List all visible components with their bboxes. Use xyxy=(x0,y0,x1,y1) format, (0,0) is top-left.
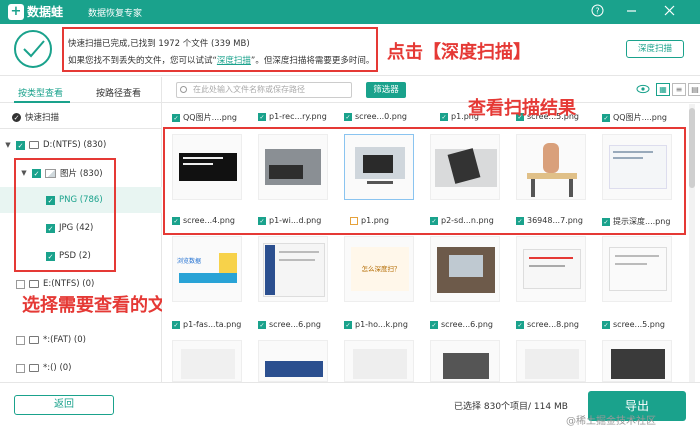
file-thumbnail: 怎么深度扫？ xyxy=(344,236,414,302)
file-thumbnail xyxy=(430,236,500,302)
check-circle-icon xyxy=(14,30,52,68)
frog-logo-icon: + xyxy=(8,3,24,20)
checkbox[interactable]: ✓ xyxy=(602,113,610,122)
file-thumbnail xyxy=(602,236,672,302)
check-icon: ✓ xyxy=(12,112,21,122)
minimize-icon[interactable] xyxy=(624,4,638,18)
file-item[interactable]: ✓ scree...8.png xyxy=(508,236,594,336)
file-item[interactable]: ✓ scree...6.png xyxy=(422,236,508,336)
annotation-view-results: 查看扫描结果 xyxy=(468,98,576,119)
drive-icon xyxy=(29,364,39,372)
checkbox[interactable]: ✓ xyxy=(16,140,25,150)
grid-view-icon[interactable]: ▦ xyxy=(656,83,670,96)
checkbox[interactable]: ✓ xyxy=(258,320,266,329)
search-input[interactable]: 在此处输入文件名称或保存路径 xyxy=(176,82,352,98)
tab-by-type[interactable]: 按类型查看 xyxy=(18,86,63,99)
file-item[interactable] xyxy=(250,340,336,382)
checkbox[interactable] xyxy=(16,279,25,289)
close-icon[interactable] xyxy=(662,4,676,18)
annotation-box-types xyxy=(14,158,116,272)
question-icon[interactable]: ? xyxy=(590,4,604,18)
back-button[interactable]: 返回 xyxy=(14,395,114,415)
selection-status: 已选择 830个项目/ 114 MB xyxy=(454,402,568,412)
file-item[interactable] xyxy=(594,340,680,382)
file-item[interactable] xyxy=(508,340,594,382)
checkbox[interactable]: ✓ xyxy=(440,112,448,121)
annotation-box-results xyxy=(163,127,686,235)
app-name: 数据蛙 xyxy=(27,5,64,19)
file-item[interactable]: ✓ scree...6.png xyxy=(250,236,336,336)
scrollbar-thumb[interactable] xyxy=(689,108,695,188)
checkbox[interactable] xyxy=(16,335,25,345)
deep-scan-button[interactable]: 深度扫描 xyxy=(626,40,684,58)
svg-text:?: ? xyxy=(595,7,599,16)
toolbar: 在此处输入文件名称或保存路径 筛选器 ▦ ≡ ▤ xyxy=(162,77,700,103)
file-thumbnail xyxy=(344,340,414,382)
tab-by-path[interactable]: 按路径查看 xyxy=(96,86,141,99)
quick-scan-header[interactable]: ✓ 快速扫描 xyxy=(0,105,162,129)
list-view-icon[interactable]: ≡ xyxy=(672,83,686,96)
tree-item-fat[interactable]: *:(FAT) (0) xyxy=(16,331,86,349)
file-thumbnail xyxy=(602,340,672,382)
checkbox[interactable]: ✓ xyxy=(172,113,180,122)
search-icon xyxy=(180,86,187,93)
file-item[interactable]: 怎么深度扫？ ✓ p1-ho...k.png xyxy=(336,236,422,336)
file-item[interactable] xyxy=(336,340,422,382)
filter-button[interactable]: 筛选器 xyxy=(366,82,406,98)
annotation-box-banner xyxy=(62,27,378,72)
drive-icon xyxy=(29,141,39,149)
checkbox[interactable]: ✓ xyxy=(258,112,266,121)
file-item[interactable] xyxy=(422,340,508,382)
file-item[interactable] xyxy=(164,340,250,382)
drive-icon xyxy=(29,336,39,344)
quick-scan-label: 快速扫描 xyxy=(25,113,60,123)
eye-icon[interactable] xyxy=(636,83,650,96)
file-thumbnail xyxy=(258,340,328,382)
checkbox[interactable]: ✓ xyxy=(344,112,352,121)
scrollbar[interactable] xyxy=(689,104,695,382)
file-thumbnail: 浏览数据 xyxy=(172,236,242,302)
checkbox[interactable]: ✓ xyxy=(602,320,610,329)
file-thumbnail xyxy=(516,236,586,302)
tree-item-other[interactable]: *:() (0) xyxy=(16,359,72,377)
file-item[interactable]: 浏览数据 ✓ p1-fas...ta.png xyxy=(164,236,250,336)
checkbox[interactable]: ✓ xyxy=(172,320,180,329)
file-thumbnail xyxy=(172,340,242,382)
checkbox[interactable]: ✓ xyxy=(344,320,352,329)
app-logo: + 数据蛙 xyxy=(8,3,63,20)
file-thumbnail xyxy=(516,340,586,382)
active-tab-underline xyxy=(14,101,70,103)
annotation-click-deep: 点击【深度扫描】 xyxy=(387,42,531,63)
watermark: @稀土掘金技术社区 xyxy=(566,416,656,427)
checkbox[interactable]: ✓ xyxy=(430,320,438,329)
file-thumbnail xyxy=(430,340,500,382)
checkbox[interactable] xyxy=(16,363,25,373)
view-tabs: 按类型查看 按路径查看 xyxy=(0,77,162,103)
app-subtitle: 数据恢复专家 xyxy=(88,9,143,19)
file-item[interactable]: ✓ scree...5.png xyxy=(594,236,680,336)
drive-icon xyxy=(29,280,39,288)
detail-view-icon[interactable]: ▤ xyxy=(688,83,700,96)
tree-item-drive-d[interactable]: ▼ ✓ D:(NTFS) (830) xyxy=(4,136,106,154)
title-bar: + 数据蛙 数据恢复专家 ? xyxy=(0,0,700,24)
caret-down-icon[interactable]: ▼ xyxy=(4,141,12,149)
checkbox[interactable]: ✓ xyxy=(516,320,524,329)
file-thumbnail xyxy=(258,236,328,302)
